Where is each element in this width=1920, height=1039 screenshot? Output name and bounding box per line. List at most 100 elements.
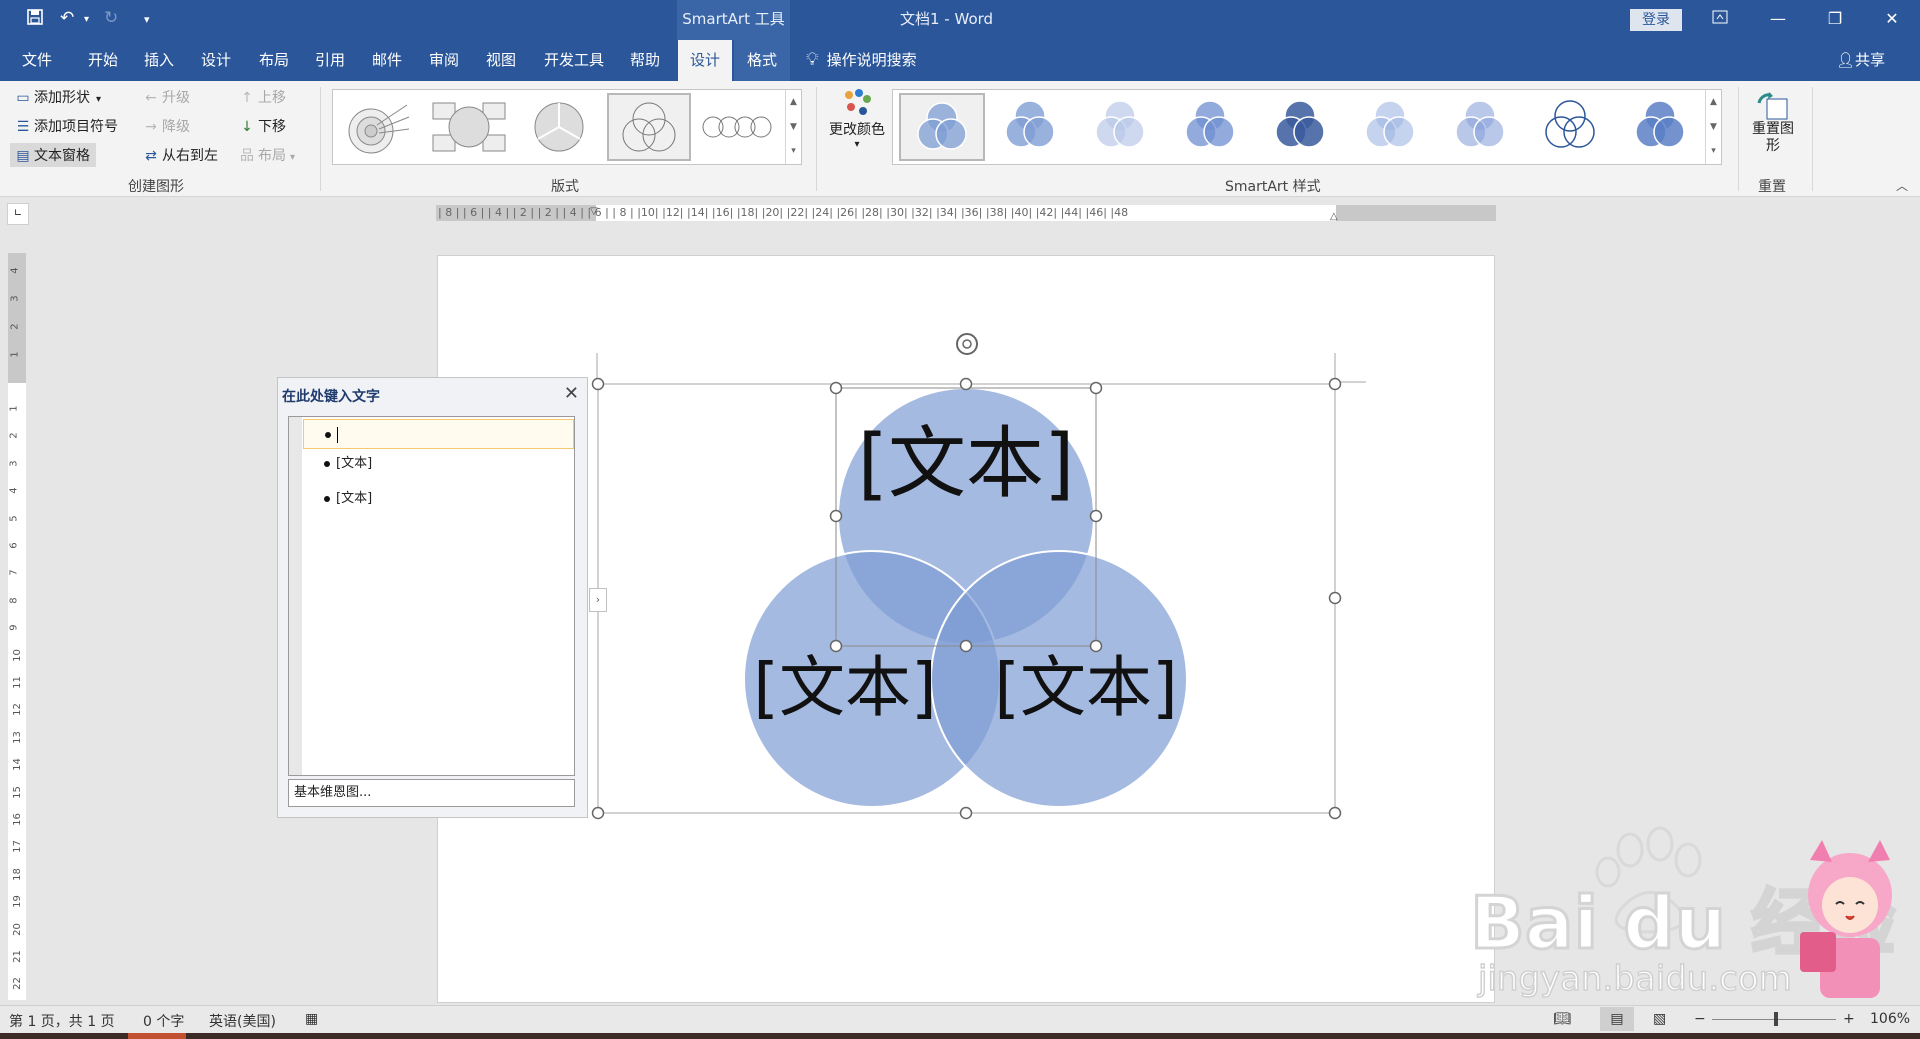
promote-button[interactable]: ← 升级 [142,87,190,107]
zoom-level[interactable]: 106% [1870,1011,1910,1027]
smartart-style-thumb[interactable] [989,93,1075,161]
page-count[interactable]: 第 1 页，共 1 页 [9,1011,115,1031]
move-up-label: 上移 [258,90,286,106]
tab-developer[interactable]: 开发工具 [536,40,612,81]
collapse-ribbon-icon[interactable]: ︿ [1896,177,1908,194]
text-pane-item[interactable] [303,419,574,449]
text-pane-button[interactable]: ▤ 文本窗格 [10,143,96,167]
tab-review[interactable]: 审阅 [419,40,469,81]
smartart-style-thumb[interactable] [1619,93,1705,161]
close-icon[interactable]: ✕ [564,383,579,404]
layout-linear-venn-thumb[interactable] [697,93,781,161]
zoom-slider-thumb[interactable] [1774,1012,1778,1026]
tab-smartart-design[interactable]: 设计 [678,40,732,81]
right-to-left-button[interactable]: ⇄ 从右到左 [142,145,218,165]
arrow-down-icon: ↓ [241,119,253,135]
vertical-ruler[interactable]: 4321 1 2 3 4 5 6 7 8 9 10 11 12 13 14 15 16 17 18 19 20 21 22 [8,253,26,1000]
layout-target-thumb[interactable] [337,93,421,161]
tell-me-search[interactable]: 💡︎ 操作说明搜索 [806,40,917,80]
layout-gear-thumb[interactable] [427,93,511,161]
ribbon-display-options-icon[interactable] [1690,0,1750,40]
ruler-number: 3 [9,295,21,302]
customize-qat-icon[interactable]: ▾ [144,13,150,26]
add-shape-label: 添加形状 [34,90,90,106]
word-count[interactable]: 0 个字 [143,1011,184,1031]
undo-dropdown-icon[interactable]: ▾ [84,14,89,25]
reset-graphic-icon [1748,91,1798,121]
smartart-style-thumb[interactable] [1079,93,1165,161]
add-shape-button[interactable]: ▭ 添加形状 ▾ [14,87,101,107]
bullet-icon [324,460,330,467]
layout-pie-thumb[interactable] [517,93,601,161]
smartart-style-thumb[interactable] [1529,93,1615,161]
tab-insert[interactable]: 插入 [134,40,184,81]
styles-gallery-scroll[interactable]: ▲ ▼ ▾ [1705,90,1721,164]
reset-graphic-button[interactable]: 重置图形 [1748,91,1798,155]
ribbon: ▭ 添加形状 ▾ ☰ 添加项目符号 ▤ 文本窗格 ← 升级 → 降级 ⇄ 从右到左 ↑ 上移 ↓… [0,81,1920,197]
text-pane-item-text: [文本] [336,491,373,506]
smartart-style-thumb[interactable] [1169,93,1255,161]
change-colors-button[interactable]: 更改颜色 ▾ [826,87,888,150]
tab-layout[interactable]: 布局 [249,40,299,81]
first-line-indent-marker[interactable]: ▽ [590,205,598,220]
ruler-number: 16 [11,813,23,826]
tab-design[interactable]: 设计 [191,40,241,81]
print-layout-icon[interactable]: ▤ [1600,1007,1634,1031]
tab-file[interactable]: 文件 [12,40,62,81]
ruler-ticks: | 8 | | 6 | | 4 | | 2 | | 2 | | 4 | | 6 … [438,206,1129,219]
layouts-gallery-scroll[interactable]: ▲ ▼ ▾ [785,90,801,164]
smartart-tools-context-label: SmartArt 工具 [677,0,790,40]
promote-label: 升级 [162,90,190,106]
zoom-out-icon[interactable]: − [1694,1011,1706,1027]
ruler-number: 8 [8,597,20,604]
layout-basic-venn-thumb[interactable] [607,93,691,161]
smartart-style-thumb[interactable] [1259,93,1345,161]
right-indent-marker[interactable]: △ [1330,209,1338,221]
ruler-number: 4 [8,487,20,494]
save-icon[interactable] [26,8,44,31]
tab-home[interactable]: 开始 [78,40,128,81]
tab-smartart-format[interactable]: 格式 [734,40,790,81]
redo-icon[interactable]: ↻ [104,8,118,28]
undo-icon[interactable]: ↶ [60,8,74,28]
read-mode-icon[interactable]: 📖︎ [1553,1011,1571,1027]
tab-mailings[interactable]: 邮件 [362,40,412,81]
move-down-button[interactable]: ↓ 下移 [238,116,286,136]
tab-view[interactable]: 视图 [476,40,526,81]
tab-references[interactable]: 引用 [305,40,355,81]
smartart-style-thumb[interactable] [1349,93,1435,161]
ruler-number: 6 [8,542,20,549]
language-indicator[interactable]: 英语(美国) [209,1011,276,1031]
tab-help[interactable]: 帮助 [620,40,670,81]
smartart-style-thumb[interactable] [1439,93,1525,161]
restore-icon[interactable]: ❐ [1805,0,1865,40]
ruler-number: 21 [11,950,23,963]
move-up-button[interactable]: ↑ 上移 [238,87,286,107]
demote-button[interactable]: → 降级 [142,116,190,136]
smartart-style-thumb[interactable] [899,93,985,161]
reset-group-label: 重置 [1758,179,1786,195]
tell-me-label: 操作说明搜索 [826,51,917,69]
zoom-in-icon[interactable]: + [1843,1011,1855,1027]
share-button[interactable]: 👤︎共享 [1836,40,1885,80]
text-pane-item[interactable]: [文本] [303,484,574,514]
status-bar: 第 1 页，共 1 页 0 个字 英语(美国) ▦ 📖︎ ▤ ▧ − + 106… [0,1005,1920,1033]
web-layout-icon[interactable]: ▧ [1653,1011,1666,1027]
close-window-icon[interactable]: ✕ [1862,0,1920,40]
minimize-icon[interactable]: — [1748,0,1808,40]
horizontal-ruler[interactable]: | 8 | | 6 | | 4 | | 2 | | 2 | | 4 | | 6 … [436,205,1496,221]
title-bar: ↶ ▾ ↻ ▾ SmartArt 工具 文档1 - Word 登录 — ❐ ✕ [0,0,1920,40]
move-down-label: 下移 [258,119,286,135]
layout-button[interactable]: 品布局 ▾ [238,145,295,165]
login-button[interactable]: 登录 [1630,9,1682,31]
color-palette-icon [826,87,888,119]
text-pane-list[interactable]: [文本] [文本] [288,416,575,776]
add-bullet-button[interactable]: ☰ 添加项目符号 [14,116,118,136]
document-page[interactable] [437,255,1495,1003]
layout-description-link[interactable]: 基本维恩图... [288,779,575,807]
tab-selector[interactable]: ∟ [7,203,29,225]
text-pane-toggle[interactable]: › [589,588,607,612]
text-pane-item[interactable]: [文本] [303,449,574,479]
macro-record-icon[interactable]: ▦ [305,1011,318,1027]
swap-arrows-icon: ⇄ [145,148,157,164]
